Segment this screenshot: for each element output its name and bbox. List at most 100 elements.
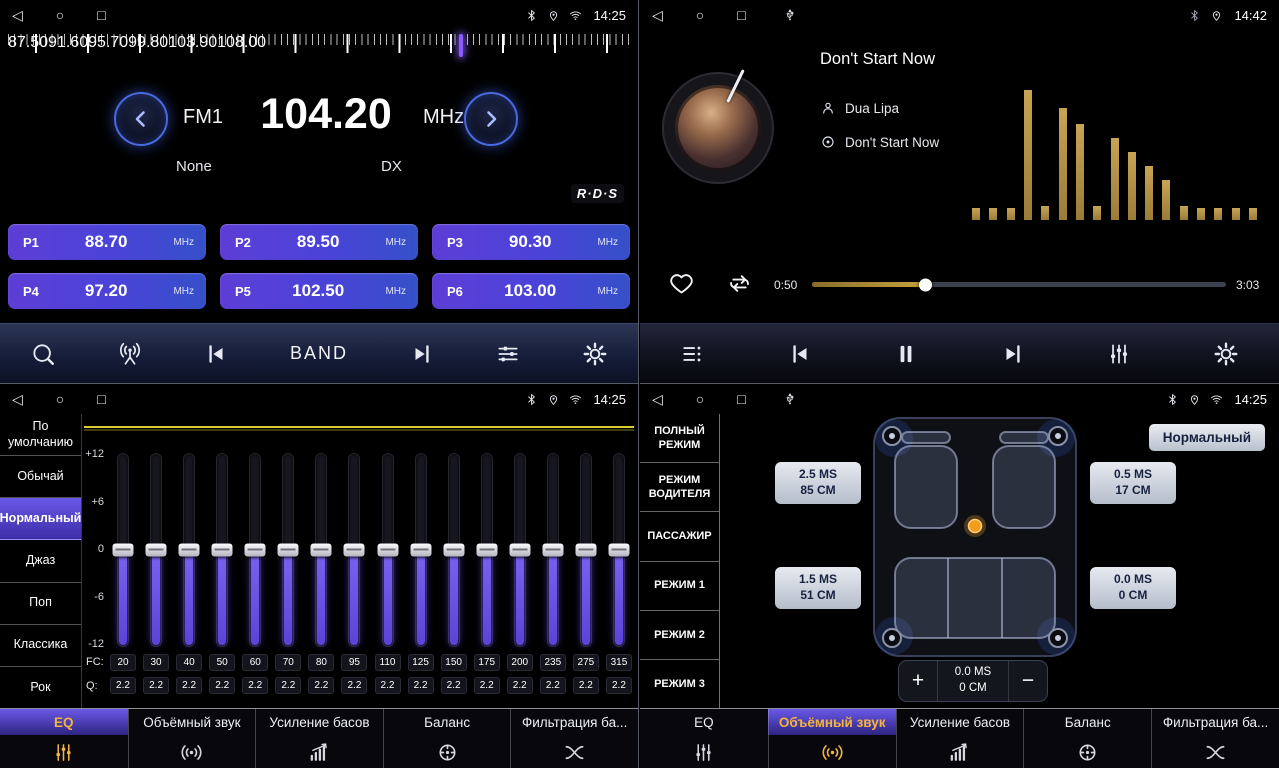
band-q-value[interactable]: 2.2 (176, 677, 202, 694)
band-frequency-value[interactable]: 110 (375, 654, 401, 671)
band-frequency-value[interactable]: 200 (507, 654, 533, 671)
eq-band-slider[interactable] (184, 454, 194, 646)
back-button[interactable]: ◁ (12, 391, 23, 408)
band-q-value[interactable]: 2.2 (441, 677, 467, 694)
tab-balance[interactable]: Баланс (1023, 709, 1151, 735)
eq-band-slider[interactable] (581, 454, 591, 646)
tab-surround[interactable]: Объёмный звук (768, 709, 896, 735)
previous-track-button[interactable] (787, 341, 813, 367)
eq-band-slider[interactable] (118, 454, 128, 646)
eq-preset-jazz[interactable]: Джаз (0, 540, 81, 582)
mode-2[interactable]: РЕЖИМ 2 (640, 611, 719, 660)
band-frequency-value[interactable]: 175 (474, 654, 500, 671)
band-frequency-value[interactable]: 315 (606, 654, 632, 671)
radio-preset-button[interactable]: P6 103.00 MHz (432, 273, 630, 309)
slider-handle[interactable] (212, 544, 233, 557)
radio-preset-button[interactable]: P4 97.20 MHz (8, 273, 206, 309)
home-button[interactable]: ○ (56, 7, 64, 23)
sound-profile-button[interactable]: Нормальный (1149, 424, 1265, 451)
band-q-value[interactable]: 2.2 (308, 677, 334, 694)
eq-band-slider[interactable] (482, 454, 492, 646)
back-button[interactable]: ◁ (652, 7, 663, 24)
band-frequency-value[interactable]: 95 (341, 654, 367, 671)
slider-handle[interactable] (344, 544, 365, 557)
delay-front-left-button[interactable]: 2.5 MS 85 CM (775, 462, 861, 504)
scan-button[interactable] (30, 341, 56, 367)
eq-preset-pop[interactable]: Поп (0, 583, 81, 625)
radio-preset-button[interactable]: P5 102.50 MHz (220, 273, 418, 309)
tune-up-button[interactable] (464, 92, 518, 146)
seek-next-button[interactable] (409, 341, 435, 367)
band-q-value[interactable]: 2.2 (275, 677, 301, 694)
slider-handle[interactable] (113, 544, 134, 557)
band-q-value[interactable]: 2.2 (540, 677, 566, 694)
band-frequency-value[interactable]: 125 (408, 654, 434, 671)
mixer-button[interactable] (1106, 341, 1132, 367)
band-q-value[interactable]: 2.2 (209, 677, 235, 694)
eq-band-slider[interactable] (250, 454, 260, 646)
radio-preset-button[interactable]: P3 90.30 MHz (432, 224, 630, 260)
progress-fill[interactable] (812, 282, 926, 287)
band-frequency-value[interactable]: 70 (275, 654, 301, 671)
tab-eq[interactable]: EQ (0, 709, 128, 735)
slider-handle[interactable] (542, 544, 563, 557)
mode-full[interactable]: ПОЛНЫЙ РЕЖИМ (640, 414, 719, 463)
slider-handle[interactable] (245, 544, 266, 557)
slider-handle[interactable] (410, 544, 431, 557)
band-frequency-value[interactable]: 40 (176, 654, 202, 671)
eq-preset-rock[interactable]: Рок (0, 667, 81, 708)
eq-band-slider[interactable] (515, 454, 525, 646)
eq-band-slider[interactable] (349, 454, 359, 646)
eq-preset-custom[interactable]: Обычай (0, 456, 81, 498)
next-track-button[interactable] (1000, 341, 1026, 367)
repeat-button[interactable] (726, 270, 753, 300)
band-q-value[interactable]: 2.2 (573, 677, 599, 694)
tab-filter[interactable]: Фильтрация ба... (510, 709, 638, 735)
slider-handle[interactable] (146, 544, 167, 557)
eq-band-slider[interactable] (283, 454, 293, 646)
recents-button[interactable]: □ (97, 391, 105, 407)
mode-driver[interactable]: РЕЖИМ ВОДИТЕЛЯ (640, 463, 719, 512)
tab-surround[interactable]: Объёмный звук (128, 709, 256, 735)
band-frequency-value[interactable]: 50 (209, 654, 235, 671)
eq-band-slider[interactable] (151, 454, 161, 646)
home-button[interactable]: ○ (696, 391, 704, 407)
radio-preset-button[interactable]: P2 89.50 MHz (220, 224, 418, 260)
eq-band-slider[interactable] (548, 454, 558, 646)
radio-preset-button[interactable]: P1 88.70 MHz (8, 224, 206, 260)
bass-tab-icon[interactable] (896, 735, 1024, 768)
band-q-value[interactable]: 2.2 (606, 677, 632, 694)
slider-handle[interactable] (575, 544, 596, 557)
slider-handle[interactable] (608, 544, 629, 557)
band-switch-button[interactable]: BAND (290, 343, 348, 364)
balance-tab-icon[interactable] (1023, 735, 1151, 768)
delay-rear-right-button[interactable]: 0.0 MS 0 CM (1090, 567, 1176, 609)
band-q-value[interactable]: 2.2 (408, 677, 434, 694)
home-button[interactable]: ○ (696, 7, 704, 23)
eq-tab-icon[interactable] (0, 735, 128, 768)
eq-preset-normal[interactable]: Нормальный (0, 498, 81, 540)
balance-tab-icon[interactable] (383, 735, 511, 768)
eq-band-slider[interactable] (316, 454, 326, 646)
favorite-button[interactable] (668, 270, 695, 300)
settings-button[interactable] (1213, 341, 1239, 367)
eq-band-slider[interactable] (614, 454, 624, 646)
eq-band-slider[interactable] (416, 454, 426, 646)
tab-bass-boost[interactable]: Усиление басов (255, 709, 383, 735)
eq-band-slider[interactable] (449, 454, 459, 646)
seek-previous-button[interactable] (203, 341, 229, 367)
mode-1[interactable]: РЕЖИМ 1 (640, 562, 719, 611)
slider-handle[interactable] (311, 544, 332, 557)
tune-down-button[interactable] (114, 92, 168, 146)
filter-tab-icon[interactable] (510, 735, 638, 768)
band-frequency-value[interactable]: 235 (540, 654, 566, 671)
delay-rear-left-button[interactable]: 1.5 MS 51 CM (775, 567, 861, 609)
band-q-value[interactable]: 2.2 (341, 677, 367, 694)
bass-tab-icon[interactable] (255, 735, 383, 768)
band-q-value[interactable]: 2.2 (242, 677, 268, 694)
band-q-value[interactable]: 2.2 (110, 677, 136, 694)
eq-band-slider[interactable] (217, 454, 227, 646)
band-q-value[interactable]: 2.2 (143, 677, 169, 694)
home-button[interactable]: ○ (56, 391, 64, 407)
tab-balance[interactable]: Баланс (383, 709, 511, 735)
